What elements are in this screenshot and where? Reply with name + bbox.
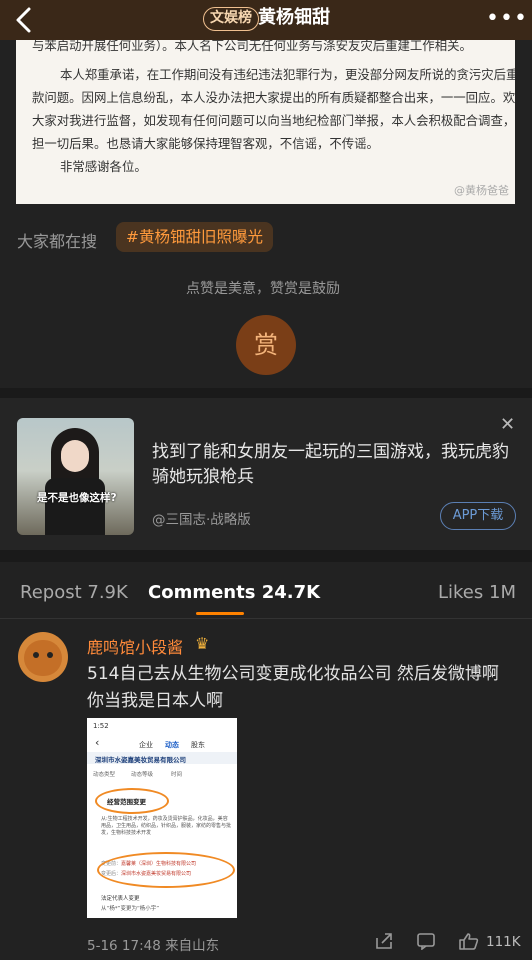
shot-footer: 从“杨*”变更为“杨小宇” xyxy=(101,906,160,912)
shot-filter: 动态类型 xyxy=(93,772,116,778)
avatar-cat-eye xyxy=(47,652,53,658)
avatar-cat-head xyxy=(24,640,62,676)
shot-company: 深圳市水姿嘉美妆贸易有限公司 xyxy=(95,756,186,764)
shot-tab: 动态 xyxy=(165,741,179,749)
shot-tab: 企业 xyxy=(139,741,153,749)
statement-image[interactable]: 与苯启动开展任何业务）。本人名下公司无任何业务与涤安友灾后重建工作相关。 本人郑… xyxy=(16,40,515,204)
ad-image[interactable]: 是不是也像这样? xyxy=(17,418,134,535)
close-icon[interactable]: ✕ xyxy=(500,414,515,435)
shot-back-icon: ‹ xyxy=(95,736,100,749)
avatar-cat-eye xyxy=(33,652,39,658)
share-icon[interactable] xyxy=(374,932,394,955)
shot-highlight-circle xyxy=(97,852,235,888)
shot-highlight-circle xyxy=(95,788,169,814)
ad-text[interactable]: 找到了能和女朋友一起玩的三国游戏，我玩虎豹骑她玩狼枪兵 xyxy=(152,440,512,490)
shot-tab: 股东 xyxy=(191,741,205,749)
comment-image[interactable]: 1:52 ‹ 企业 动态 股东 深圳市水姿嘉美妆贸易有限公司 动态类型 动态等级… xyxy=(87,718,237,918)
hot-search-tag[interactable]: #黄杨钿甜旧照曝光 xyxy=(116,222,273,252)
section-divider xyxy=(0,388,532,398)
tab-divider xyxy=(0,618,532,619)
statement-line: 款问题。因网上信息纷乱，本人没办法把大家提出的所有质疑都整合出来，一一回应。欢迎 xyxy=(32,90,515,105)
back-arrow-icon[interactable] xyxy=(12,6,38,34)
search-label: 大家都在搜 xyxy=(17,232,98,251)
like-icon[interactable] xyxy=(458,932,480,955)
ad-source: @三国志·战略版 xyxy=(152,512,251,528)
shot-item-body: 从:生物工程技术开发，药妆及烫膏护肤品，化妆品，美容用品，卫生用品，纺织品，针织… xyxy=(101,816,232,836)
more-menu-icon[interactable]: ••• xyxy=(486,6,528,31)
shot-time: 1:52 xyxy=(93,722,109,730)
reward-button[interactable]: 赏 xyxy=(236,315,296,375)
topic-badge[interactable]: 文娱榜 xyxy=(203,7,259,31)
page-title: 黄杨钿甜 xyxy=(258,7,330,28)
statement-line: 大家对我进行监督，如发现有任何问题可以向当地纪检部门举报，本人会积极配合调查，承 xyxy=(32,113,515,128)
app-download-button[interactable]: APP下载 xyxy=(440,502,516,530)
statement-line: 非常感谢各位。 xyxy=(60,159,147,174)
ad-figure-face xyxy=(61,440,89,472)
comment-text: 514自己去从生物公司变更成化妆品公司 然后发微博啊 你当我是日本人啊 xyxy=(87,664,499,711)
reward-text: 点赞是美意，赞赏是鼓励 xyxy=(186,281,340,297)
shot-filter: 动态等级 xyxy=(131,772,154,778)
statement-line: 担一切后果。也恳请大家能够保持理智客观，不信谣，不传谣。 xyxy=(32,136,379,151)
tab-likes[interactable]: Likes 1M xyxy=(438,582,516,603)
shot-footer: 法定代表人变更 xyxy=(101,896,140,902)
tab-comments[interactable]: Comments 24.7K xyxy=(148,582,320,603)
avatar[interactable] xyxy=(18,632,68,682)
statement-line: 本人郑重承诺，在工作期间没有违纪违法犯罪行为，更没部分网友所说的贪污灾后重建 xyxy=(60,67,515,82)
section-divider xyxy=(0,550,532,562)
shot-filter: 时间 xyxy=(171,772,183,778)
tab-repost[interactable]: Repost 7.9K xyxy=(20,582,128,603)
ad-figure-dress xyxy=(45,478,105,535)
comment-username[interactable]: 鹿鸣馆小段酱 xyxy=(87,634,183,658)
active-tab-indicator xyxy=(196,612,244,615)
ad-image-caption: 是不是也像这样? xyxy=(37,492,117,504)
comment-meta: 5-16 17:48 来自山东 xyxy=(87,938,220,954)
like-count: 111K xyxy=(486,934,521,950)
comment-icon[interactable] xyxy=(416,932,436,955)
crown-badge-icon: ♛ xyxy=(195,634,210,653)
watermark: @黄杨爸爸 xyxy=(454,184,509,197)
statement-line: 与苯启动开展任何业务）。本人名下公司无任何业务与涤安友灾后重建工作相关。 xyxy=(32,40,472,53)
